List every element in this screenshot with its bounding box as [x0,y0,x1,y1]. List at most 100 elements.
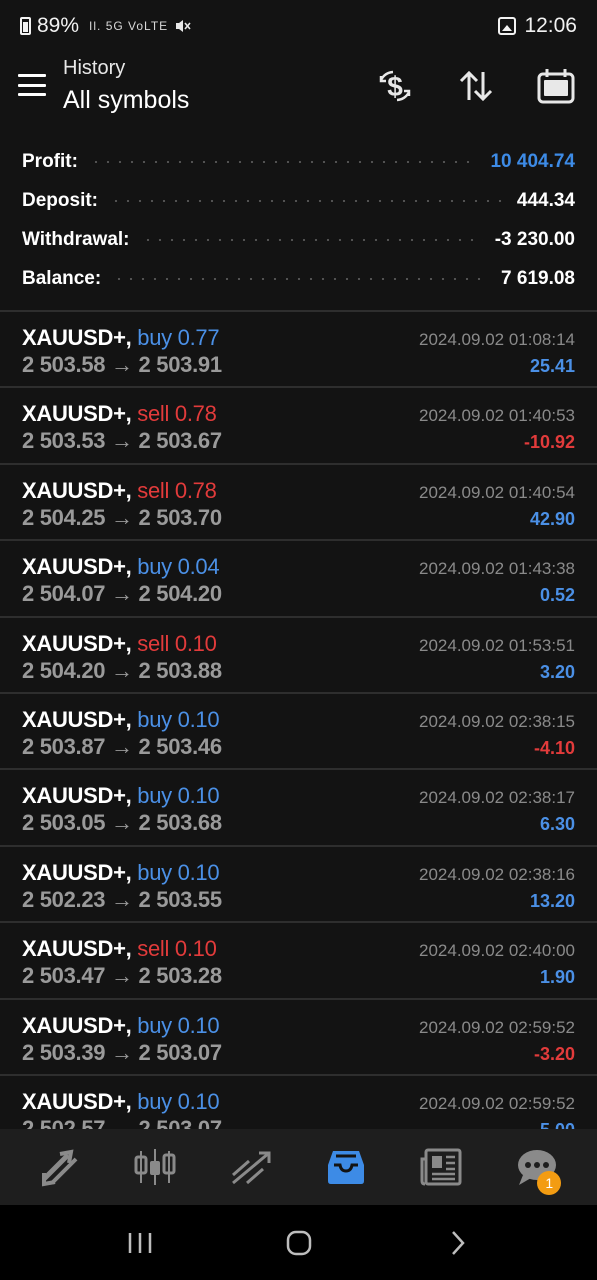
trade-time: 2024.09.02 02:38:15 [419,711,575,731]
dotted-leader [110,199,505,202]
trade-symbol-line: XAUUSD+, buy 0.10 [22,706,220,733]
clock: 12:06 [524,14,577,37]
trade-symbol-line: XAUUSD+, buy 0.10 [22,859,220,886]
profit-row: Profit: 10 404.74 [0,142,597,181]
trade-profit: 1.90 [539,967,575,988]
image-notification-icon [498,17,517,35]
trade-prices: 2 504.07 → 2 504.20 [22,581,222,607]
trade-symbol: XAUUSD+, [22,325,132,350]
chat-icon[interactable]: 1 [507,1137,567,1197]
trade-time: 2024.09.02 02:38:17 [419,788,575,808]
currency-exchange-icon[interactable]: $ [375,66,415,106]
trade-symbol-line: XAUUSD+, buy 0.10 [22,783,220,809]
trade-time: 2024.09.02 02:59:52 [419,1017,575,1037]
trade-symbol: XAUUSD+, [22,1088,132,1114]
calendar-icon[interactable] [536,66,576,106]
trade-row[interactable]: XAUUSD+, buy 0.10 2 503.87 → 2 503.46 2024… [0,694,597,771]
trade-symbol: XAUUSD+, [22,783,132,809]
svg-text:$: $ [387,71,403,102]
home-icon[interactable] [269,1213,329,1273]
trade-symbol: XAUUSD+, [22,477,132,503]
menu-icon[interactable] [18,74,46,96]
chat-badge: 1 [537,1171,562,1195]
trade-prices: 2 503.53 → 2 503.67 [22,428,222,454]
trade-prices: 2 503.39 → 2 503.07 [22,1039,222,1065]
header-subtitle: History [63,57,126,79]
profit-label: Profit: [22,150,78,172]
mute-icon [176,20,191,32]
trade-symbol: XAUUSD+, [22,936,132,962]
quotes-icon[interactable] [30,1137,90,1197]
trade-row[interactable]: XAUUSD+, buy 0.77 2 503.58 → 2 503.91 2024… [0,312,597,389]
chart-icon[interactable] [125,1137,185,1197]
account-summary: Profit: 10 404.74 Deposit: 444.34 Withdr… [0,142,597,298]
trade-profit: 42.90 [529,508,575,529]
trade-side-volume: buy 0.04 [137,554,220,580]
trade-prices: 2 504.25 → 2 503.70 [22,504,222,530]
trade-prices: 2 502.57 → 2 503.07 [22,1115,222,1129]
trade-profit: 0.52 [539,585,575,606]
trade-symbol: XAUUSD+, [22,706,132,732]
trade-prices: 2 503.05 → 2 503.68 [22,810,222,836]
trade-profit: 6.30 [539,814,575,835]
trade-side-volume: buy 0.77 [137,325,220,350]
trade-profit: 25.41 [529,356,575,376]
trade-time: 2024.09.02 02:59:52 [419,1093,575,1113]
balance-value: 7 619.08 [501,267,575,289]
trade-row[interactable]: XAUUSD+, buy 0.10 2 502.23 → 2 503.55 2024… [0,847,597,924]
trade-symbol: XAUUSD+, [22,1012,132,1038]
trade-row[interactable]: XAUUSD+, sell 0.78 2 504.25 → 2 503.70 202… [0,465,597,542]
withdrawal-value: -3 230.00 [494,228,575,250]
news-icon[interactable] [412,1137,472,1197]
system-navigation-bar [0,1205,597,1280]
trade-time: 2024.09.02 01:53:51 [419,635,575,655]
dotted-leader [141,238,483,241]
trade-time: 2024.09.02 01:40:54 [419,482,575,502]
header-title[interactable]: All symbols [63,86,189,115]
trade-row[interactable]: XAUUSD+, buy 0.04 2 504.07 → 2 504.20 2024… [0,541,597,618]
trade-time: 2024.09.02 01:43:38 [419,559,575,579]
trade-side-volume: buy 0.10 [137,859,220,885]
history-icon[interactable] [316,1137,376,1197]
trade-symbol-line: XAUUSD+, sell 0.78 [22,401,217,427]
trade-row[interactable]: XAUUSD+, sell 0.10 2 504.20 → 2 503.88 202… [0,618,597,694]
trade-side-volume: buy 0.10 [137,783,220,809]
trade-side-volume: sell 0.78 [137,477,217,503]
battery-icon [20,17,31,35]
bottom-navigation: 1 [0,1129,597,1205]
trade-side-volume: sell 0.78 [137,401,217,427]
trade-symbol-line: XAUUSD+, buy 0.10 [22,1088,220,1115]
trade-time: 2024.09.02 01:08:14 [419,330,575,349]
withdrawal-label: Withdrawal: [22,228,130,250]
trade-row[interactable]: XAUUSD+, sell 0.10 2 503.47 → 2 503.28 202… [0,923,597,1000]
trade-icon[interactable] [221,1137,281,1197]
trade-side-volume: sell 0.10 [137,630,217,656]
trade-symbol-line: XAUUSD+, buy 0.10 [22,1012,220,1039]
trade-row[interactable]: XAUUSD+, buy 0.10 2 503.05 → 2 503.68 2024… [0,770,597,847]
trade-symbol-line: XAUUSD+, sell 0.10 [22,631,217,657]
trade-side-volume: buy 0.10 [137,1012,220,1038]
trade-symbol-line: XAUUSD+, sell 0.78 [22,478,217,504]
trade-prices: 2 504.20 → 2 503.88 [22,657,222,683]
trade-row[interactable]: XAUUSD+, buy 0.10 2 503.39 → 2 503.07 2024… [0,1000,597,1076]
recent-apps-icon[interactable] [110,1213,170,1273]
trade-profit: 13.20 [529,890,575,911]
deposit-value: 444.34 [516,189,575,211]
deposit-row: Deposit: 444.34 [0,181,597,220]
deposit-label: Deposit: [22,189,98,211]
trade-symbol: XAUUSD+, [22,859,132,885]
profit-value: 10 404.74 [490,150,575,172]
network-icons: Il. 5G VoLTE [89,19,169,33]
sort-icon[interactable] [456,66,496,106]
trade-row[interactable]: XAUUSD+, sell 0.78 2 503.53 → 2 503.67 202… [0,388,597,465]
trade-symbol-line: XAUUSD+, buy 0.77 [22,325,220,351]
trade-symbol: XAUUSD+, [22,401,132,427]
back-icon[interactable] [428,1213,488,1273]
trade-time: 2024.09.02 02:40:00 [419,941,575,961]
trade-prices: 2 502.23 → 2 503.55 [22,886,222,912]
trade-history-list[interactable]: XAUUSD+, buy 0.77 2 503.58 → 2 503.91 2024… [0,312,597,1129]
trade-row[interactable]: XAUUSD+, buy 0.10 2 502.57 → 2 503.07 2024… [0,1076,597,1129]
trade-profit: 3.20 [539,661,575,682]
trade-time: 2024.09.02 02:38:16 [419,864,575,884]
withdrawal-row: Withdrawal: -3 230.00 [0,220,597,259]
